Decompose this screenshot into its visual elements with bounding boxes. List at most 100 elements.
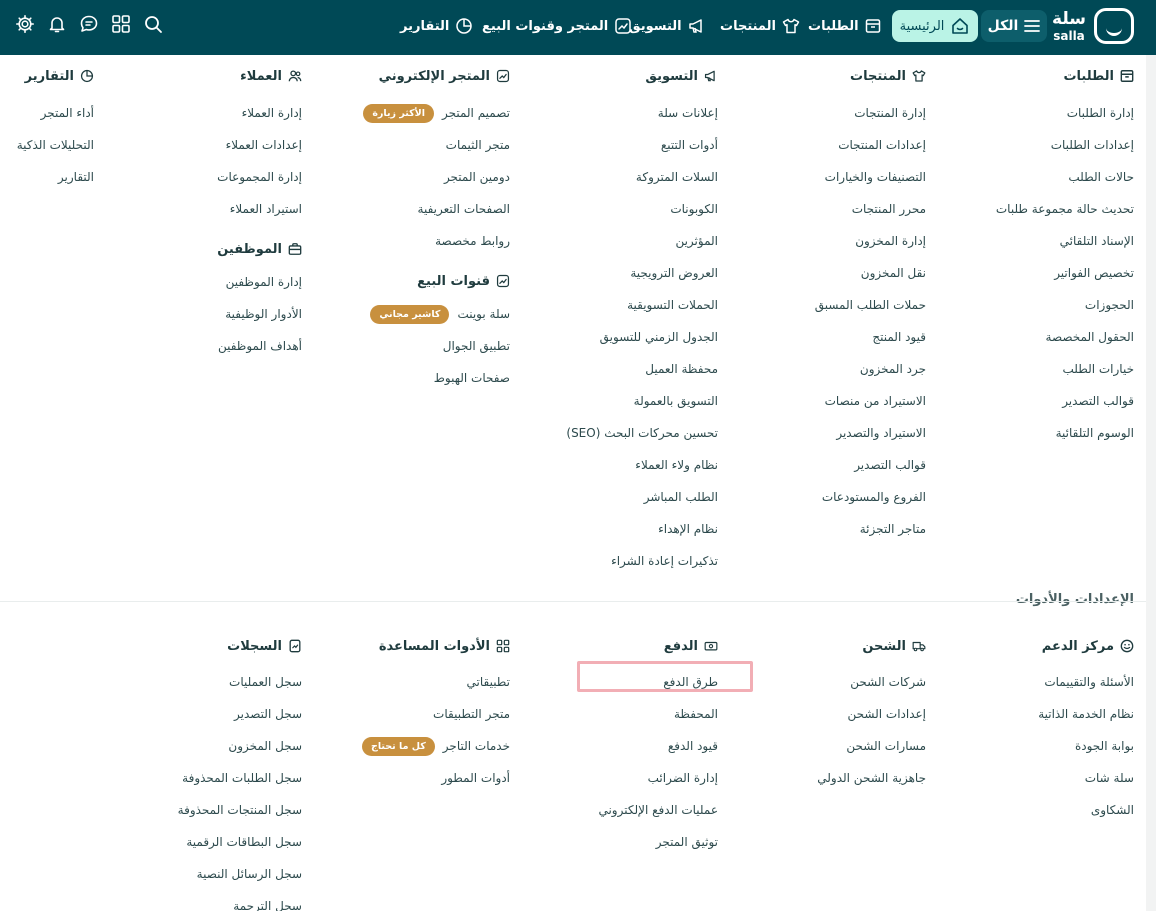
menu-link-developer-tools[interactable]: أدوات المطور: [320, 762, 510, 794]
menu-link-self-service[interactable]: نظام الخدمة الذاتية: [954, 698, 1134, 730]
menu-link-salla-ads[interactable]: إعلانات سلة: [518, 97, 718, 129]
chat-icon[interactable]: [78, 13, 100, 35]
menu-link-reports[interactable]: التقارير: [4, 161, 94, 193]
menu-link-store-verification[interactable]: توثيق المتجر: [518, 826, 718, 858]
menu-link-wallet[interactable]: المحفظة: [518, 698, 718, 730]
menu-link-stocktaking[interactable]: جرد المخزون: [756, 353, 926, 385]
menu-link-orders-manage[interactable]: إدارة الطلبات: [954, 97, 1134, 129]
menu-link-product-restrictions[interactable]: قيود المنتج: [756, 321, 926, 353]
nav-marketing[interactable]: التسويق: [629, 12, 706, 40]
menu-link-digital-cards-log[interactable]: سجل البطاقات الرقمية: [112, 826, 302, 858]
menu-link-app-store[interactable]: متجر التطبيقات: [320, 698, 510, 730]
menu-link-bulk-status-update[interactable]: تحديث حالة مجموعة طلبات: [954, 193, 1134, 225]
menu-link-merchant-services[interactable]: خدمات التاجر كل ما تحتاج: [320, 730, 510, 762]
menu-link-salla-chat[interactable]: سلة شات: [954, 762, 1134, 794]
menu-link-auto-tags[interactable]: الوسوم التلقائية: [954, 417, 1134, 449]
menu-link-store-performance[interactable]: أداء المتجر: [4, 97, 94, 129]
menu-link-influencers[interactable]: المؤثرين: [518, 225, 718, 257]
nav-all-menu-button[interactable]: الكل: [981, 10, 1047, 42]
menu-link-gifting[interactable]: نظام الإهداء: [518, 513, 718, 545]
menu-link-campaigns[interactable]: الحملات التسويقية: [518, 289, 718, 321]
menu-link-inventory-transfer[interactable]: نقل المخزون: [756, 257, 926, 289]
menu-link-tax-manage[interactable]: إدارة الضرائب: [518, 762, 718, 794]
search-icon[interactable]: [142, 13, 164, 35]
menu-link-shipping-companies[interactable]: شركات الشحن: [756, 666, 926, 698]
menu-link-export-log[interactable]: سجل التصدير: [112, 698, 302, 730]
menu-link-direct-order[interactable]: الطلب المباشر: [518, 481, 718, 513]
menu-link-products-export-templates[interactable]: قوالب التصدير: [756, 449, 926, 481]
menu-link-retail-stores[interactable]: متاجر التجزئة: [756, 513, 926, 545]
salla-logo[interactable]: سلة salla: [1052, 8, 1134, 44]
apps-grid-icon[interactable]: [110, 13, 132, 35]
menu-link-employee-goals[interactable]: أهداف الموظفين: [152, 330, 302, 362]
menu-link-categories-options[interactable]: التصنيفات والخيارات: [756, 161, 926, 193]
menu-link-coupons[interactable]: الكوبونات: [518, 193, 718, 225]
menu-link-mobile-app[interactable]: تطبيق الجوال: [320, 330, 510, 362]
menu-link-branches-warehouses[interactable]: الفروع والمستودعات: [756, 481, 926, 513]
menu-link-customer-wallet[interactable]: محفظة العميل: [518, 353, 718, 385]
menu-link-products-manage[interactable]: إدارة المنتجات: [756, 97, 926, 129]
menu-link-import-export[interactable]: الاستيراد والتصدير: [756, 417, 926, 449]
menu-link-payment-restrictions[interactable]: قيود الدفع: [518, 730, 718, 762]
menu-link-questions-ratings[interactable]: الأسئلة والتقييمات: [954, 666, 1134, 698]
menu-link-quality-portal[interactable]: بوابة الجودة: [954, 730, 1134, 762]
menu-link-inventory-log[interactable]: سجل المخزون: [112, 730, 302, 762]
menu-link-repurchase-reminders[interactable]: تذكيرات إعادة الشراء: [518, 545, 718, 577]
menu-link-store-design[interactable]: تصميم المتجر الأكثر زيارة: [320, 97, 510, 129]
menu-link-import-platforms[interactable]: الاستيراد من منصات: [756, 385, 926, 417]
menu-link-products-settings[interactable]: إعدادات المنتجات: [756, 129, 926, 161]
menu-link-customers-import[interactable]: استيراد العملاء: [152, 193, 302, 225]
menu-link-products-editor[interactable]: محرر المنتجات: [756, 193, 926, 225]
menu-link-translation-log[interactable]: سجل الترجمة: [112, 890, 302, 911]
menu-link-tracking-tools[interactable]: أدوات التتبع: [518, 129, 718, 161]
menu-link-customers-manage[interactable]: إدارة العملاء: [152, 97, 302, 129]
nav-products[interactable]: المنتجات: [720, 12, 800, 40]
menu-link-job-roles[interactable]: الأدوار الوظيفية: [152, 298, 302, 330]
menu-link-auto-assign[interactable]: الإسناد التلقائي: [954, 225, 1134, 257]
menu-link-my-apps[interactable]: تطبيقاتي: [320, 666, 511, 698]
menu-link-sms-log[interactable]: سجل الرسائل النصية: [112, 858, 302, 890]
menu-link-landing-pages[interactable]: صفحات الهبوط: [320, 362, 510, 394]
menu-link-invoice-customize[interactable]: تخصيص الفواتير: [954, 257, 1134, 289]
menu-link-operations-log[interactable]: سجل العمليات: [112, 666, 302, 698]
menu-link-salla-point[interactable]: سلة بوينت كاشير مجاني: [320, 298, 510, 330]
vertical-scrollbar[interactable]: [1146, 55, 1156, 911]
menu-link-intl-shipping[interactable]: جاهزية الشحن الدولي: [756, 762, 926, 794]
menu-link-shipping-routes[interactable]: مسارات الشحن: [756, 730, 926, 762]
menu-link-inventory-manage[interactable]: إدارة المخزون: [756, 225, 926, 257]
settings-gear-icon[interactable]: [14, 13, 36, 35]
menu-link-deleted-products-log[interactable]: سجل المنتجات المحذوفة: [112, 794, 302, 826]
menu-link-complaints[interactable]: الشكاوى: [954, 794, 1134, 826]
menu-link-orders-settings[interactable]: إعدادات الطلبات: [954, 129, 1134, 161]
menu-link-smart-analytics[interactable]: التحليلات الذكية: [4, 129, 94, 161]
nav-home-button[interactable]: الرئيسية: [892, 10, 978, 42]
menu-link-loyalty[interactable]: نظام ولاء العملاء: [518, 449, 718, 481]
menu-link-deleted-orders-log[interactable]: سجل الطلبات المحذوفة: [112, 762, 302, 794]
nav-reports[interactable]: التقارير: [400, 12, 473, 40]
nav-store-channels[interactable]: المتجر وقنوات البيع: [482, 12, 632, 40]
nav-orders[interactable]: الطلبات: [808, 12, 881, 40]
menu-link-marketing-calendar[interactable]: الجدول الزمني للتسويق: [518, 321, 718, 353]
menu-link-shipping-settings[interactable]: إعدادات الشحن: [756, 698, 927, 730]
menu-link-export-templates[interactable]: قوالب التصدير: [954, 385, 1134, 417]
pie-chart-icon: [455, 17, 473, 35]
menu-link-order-options[interactable]: خيارات الطلب: [954, 353, 1134, 385]
menu-link-abandoned-carts[interactable]: السلات المتروكة: [518, 161, 718, 193]
menu-link-affiliate[interactable]: التسويق بالعمولة: [518, 385, 718, 417]
menu-link-promotions[interactable]: العروض الترويجية: [518, 257, 718, 289]
menu-link-preorder-campaigns[interactable]: حملات الطلب المسبق: [756, 289, 926, 321]
menu-link-employees-manage[interactable]: إدارة الموظفين: [152, 266, 302, 298]
menu-link-theme-store[interactable]: متجر الثيمات: [320, 129, 510, 161]
menu-link-customers-settings[interactable]: إعدادات العملاء: [152, 129, 302, 161]
menu-link-reservations[interactable]: الحجوزات: [954, 289, 1134, 321]
menu-link-custom-links[interactable]: روابط مخصصة: [320, 225, 510, 257]
menu-link-order-statuses[interactable]: حالات الطلب: [954, 161, 1134, 193]
menu-link-custom-fields[interactable]: الحقول المخصصة: [954, 321, 1134, 353]
menu-link-store-domain[interactable]: دومين المتجر: [320, 161, 510, 193]
menu-link-e-payment-operations[interactable]: عمليات الدفع الإلكتروني: [518, 794, 718, 826]
menu-link-seo[interactable]: تحسين محركات البحث (SEO): [518, 417, 718, 449]
menu-link-groups-manage[interactable]: إدارة المجموعات: [152, 161, 302, 193]
menu-link-info-pages[interactable]: الصفحات التعريفية: [320, 193, 510, 225]
store-chart-icon: [496, 69, 510, 83]
bell-icon[interactable]: [46, 13, 68, 35]
